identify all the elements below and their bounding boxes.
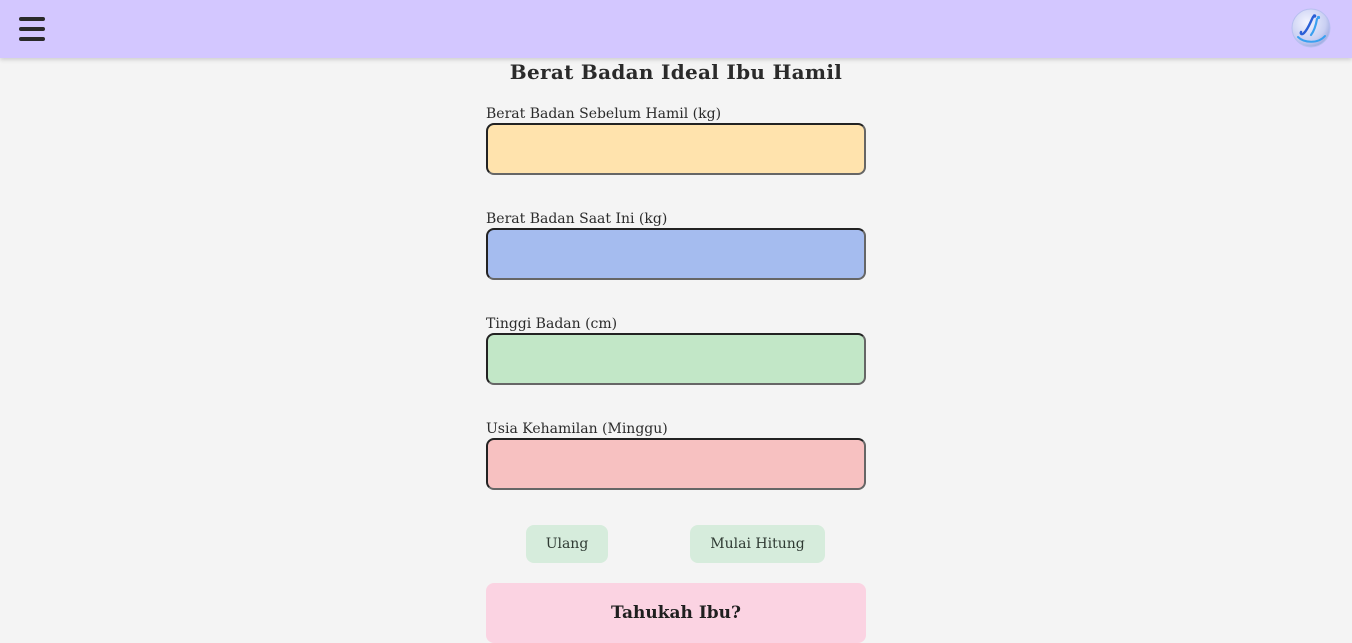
page-title: Berat Badan Ideal Ibu Hamil [509,60,843,84]
menu-bar-line [19,17,45,21]
current-weight-label: Berat Badan Saat Ini (kg) [486,211,668,227]
did-you-know-card: Tahukah Ibu? [486,583,866,643]
did-you-know-title: Tahukah Ibu? [611,603,741,623]
app-logo-icon[interactable] [1290,7,1332,49]
pre-pregnancy-weight-label: Berat Badan Sebelum Hamil (kg) [486,106,722,122]
gestational-age-label: Usia Kehamilan (Minggu) [486,421,668,437]
calculate-button[interactable]: Mulai Hitung [690,525,825,563]
menu-bar-line [19,37,45,41]
gestational-age-input[interactable] [486,438,866,490]
height-label: Tinggi Badan (cm) [486,316,618,332]
reset-button[interactable]: Ulang [526,525,608,563]
hamburger-menu-icon[interactable] [19,15,45,43]
height-input[interactable] [486,333,866,385]
pre-pregnancy-weight-input[interactable] [486,123,866,175]
top-navbar [0,0,1352,58]
current-weight-input[interactable] [486,228,866,280]
logo-graphic [1291,8,1331,48]
menu-bar-line [19,27,45,31]
